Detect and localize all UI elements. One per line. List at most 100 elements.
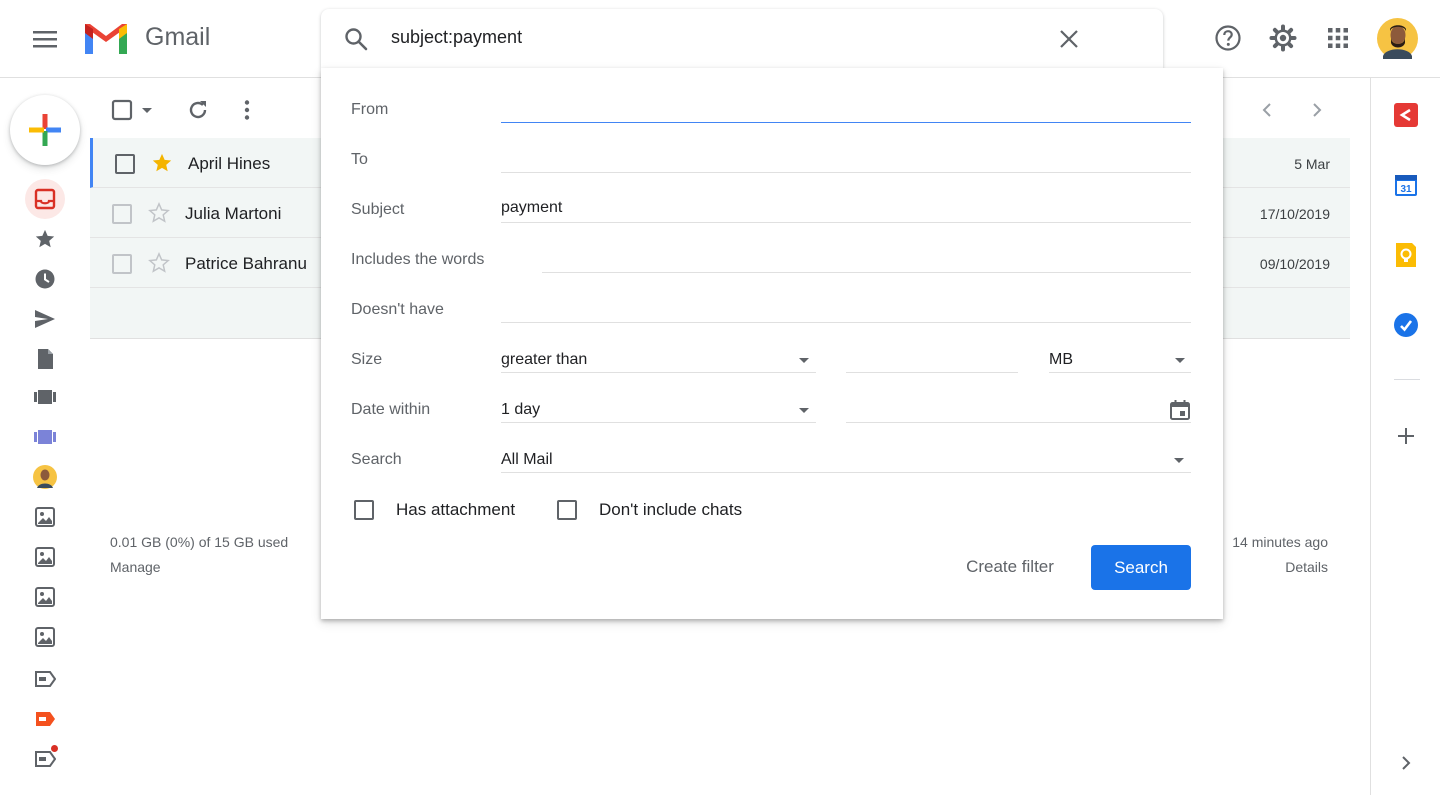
select-all-checkbox[interactable] <box>110 97 154 123</box>
side-panel: 31 <box>1370 78 1440 795</box>
sidebar-item-inbox[interactable] <box>25 179 65 219</box>
top-header: Gmail subject:payment <box>0 0 1440 78</box>
has-attachment-checkbox[interactable] <box>354 500 374 520</box>
calendar-icon[interactable]: 31 <box>1393 172 1419 198</box>
search-button[interactable]: Search <box>1091 545 1191 590</box>
sidebar-item-tag-3[interactable] <box>25 739 65 779</box>
clock-icon <box>35 269 55 289</box>
addon-app-icon[interactable] <box>1393 102 1419 128</box>
dont-include-chats-label: Don't include chats <box>599 500 743 519</box>
category-icon <box>34 390 56 404</box>
size-unit-underline <box>1049 372 1191 373</box>
subject-underline <box>501 222 1191 223</box>
gear-icon[interactable] <box>1267 22 1299 54</box>
chevron-down-icon <box>799 408 809 413</box>
to-field[interactable] <box>501 145 1191 171</box>
includes-words-underline <box>542 272 1191 273</box>
size-unit-value: MB <box>1049 351 1073 368</box>
star-icon[interactable] <box>148 202 170 224</box>
more-vert-icon <box>244 100 250 120</box>
sidebar-item-label-3[interactable] <box>25 577 65 617</box>
search-bar[interactable]: subject:payment <box>321 9 1163 68</box>
date-field[interactable] <box>846 395 1161 421</box>
size-unit-select[interactable]: MB <box>1049 345 1191 373</box>
row-checkbox[interactable] <box>112 204 132 224</box>
row-sender: Julia Martoni <box>185 204 282 223</box>
sidebar-item-label-4[interactable] <box>25 617 65 657</box>
search-scope-underline <box>501 472 1191 473</box>
sidebar-item-label-1[interactable] <box>25 497 65 537</box>
subject-field[interactable] <box>501 195 1191 221</box>
doesnt-have-label: Doesn't have <box>351 301 444 318</box>
chevron-right-icon <box>1313 103 1322 117</box>
includes-words-field[interactable] <box>542 245 1191 271</box>
sidebar-item-contact[interactable] <box>25 457 65 497</box>
calendar-icon[interactable] <box>1169 399 1191 421</box>
row-checkbox[interactable] <box>112 254 132 274</box>
refresh-button[interactable] <box>185 97 211 123</box>
star-icon[interactable] <box>148 252 170 274</box>
storage-usage: 0.01 GB (0%) of 15 GB used <box>110 534 289 550</box>
row-date: 17/10/2019 <box>1259 206 1330 222</box>
size-value-field[interactable] <box>846 345 1018 371</box>
has-attachment-label: Has attachment <box>396 500 516 519</box>
manage-link[interactable]: Manage <box>110 559 161 575</box>
older-page-button[interactable] <box>1304 97 1330 123</box>
from-field[interactable] <box>501 95 1191 121</box>
row-checkbox[interactable] <box>115 154 135 174</box>
menu-icon[interactable] <box>28 24 62 54</box>
avatar[interactable] <box>1377 18 1418 59</box>
label-icon <box>35 627 55 647</box>
last-activity: 14 minutes ago <box>1232 534 1328 550</box>
sidebar-item-tag-2[interactable] <box>25 699 65 739</box>
sidebar-item-category-1[interactable] <box>25 377 65 417</box>
create-filter-button[interactable]: Create filter <box>947 545 1073 589</box>
sidebar-item-label-2[interactable] <box>25 537 65 577</box>
to-underline <box>501 172 1191 173</box>
plus-icon[interactable] <box>1393 423 1419 449</box>
sidebar-item-sent[interactable] <box>25 299 65 339</box>
star-icon[interactable] <box>151 152 173 174</box>
notification-dot <box>50 744 59 753</box>
chevron-down-icon <box>1174 458 1184 463</box>
search-icon[interactable] <box>343 26 369 52</box>
chevron-down-icon <box>799 358 809 363</box>
sidebar-item-snoozed[interactable] <box>25 259 65 299</box>
gmail-logo-icon[interactable] <box>82 21 130 57</box>
label-icon <box>36 712 55 726</box>
size-operator-select[interactable]: greater than <box>501 345 816 373</box>
tasks-icon[interactable] <box>1393 312 1419 338</box>
sidebar-item-tag-1[interactable] <box>25 659 65 699</box>
subject-label: Subject <box>351 201 405 218</box>
app-title: Gmail <box>145 23 211 51</box>
help-icon[interactable] <box>1212 22 1244 54</box>
apps-grid-icon[interactable] <box>1322 22 1354 54</box>
search-input[interactable]: subject:payment <box>391 27 522 48</box>
star-icon <box>35 229 55 248</box>
from-underline <box>501 122 1191 123</box>
size-operator-value: greater than <box>501 351 588 368</box>
dont-include-chats-checkbox[interactable] <box>557 500 577 520</box>
date-within-value: 1 day <box>501 401 541 418</box>
doesnt-have-field[interactable] <box>501 295 1191 321</box>
includes-words-label: Includes the words <box>351 251 485 268</box>
compose-button[interactable] <box>10 95 80 165</box>
sidebar-item-starred[interactable] <box>25 219 65 259</box>
avatar <box>33 465 57 489</box>
advanced-search-panel: From To Subject Includes the words Doesn… <box>321 68 1223 619</box>
search-scope-select[interactable]: All Mail <box>501 445 1191 473</box>
more-options-button[interactable] <box>234 97 260 123</box>
sidebar-item-drafts[interactable] <box>25 339 65 379</box>
doesnt-have-underline <box>501 322 1191 323</box>
gmail-page: Gmail subject:payment April Hines 5 Mar … <box>0 0 1440 795</box>
calendar-day: 31 <box>1400 184 1412 195</box>
date-field-underline <box>846 422 1191 423</box>
chevron-right-icon[interactable] <box>1393 750 1419 776</box>
newer-page-button[interactable] <box>1254 97 1280 123</box>
keep-icon[interactable] <box>1393 242 1419 268</box>
search-scope-label: Search <box>351 451 402 468</box>
close-icon[interactable] <box>1057 27 1081 51</box>
sidebar-item-category-2[interactable] <box>25 417 65 457</box>
date-within-select[interactable]: 1 day <box>501 395 816 423</box>
details-link[interactable]: Details <box>1285 559 1328 575</box>
